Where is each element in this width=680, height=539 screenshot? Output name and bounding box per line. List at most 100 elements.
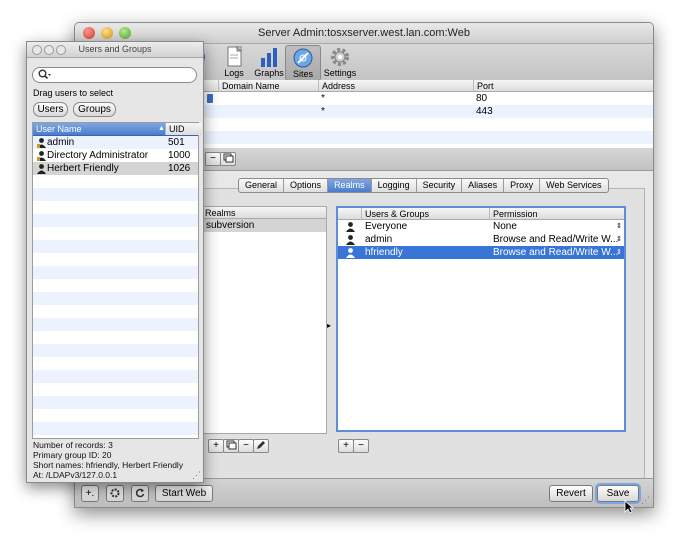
permission-user-name: hfriendly [365, 247, 403, 258]
user-row[interactable]: Directory Administrator 1000 [33, 149, 198, 162]
permission-value[interactable]: None [493, 220, 517, 233]
users-list[interactable]: User Name ▲ UID admin 501 Directory Admi… [32, 122, 202, 439]
tab-general[interactable]: General [239, 179, 285, 192]
permission-row-selected[interactable]: hfriendly Browse and Read/Write W... ⇕ [338, 246, 624, 259]
column-header-user-name[interactable]: User Name [36, 123, 82, 135]
split-handle[interactable]: ▸ [327, 321, 331, 330]
permission-row[interactable]: Everyone None ⇕ [338, 220, 624, 233]
mouse-pointer-icon [624, 500, 635, 517]
groups-button[interactable]: Groups [73, 102, 116, 117]
tab-proxy[interactable]: Proxy [504, 179, 541, 192]
admin-user-icon [37, 151, 46, 161]
site-address: * [321, 93, 325, 104]
permission-user-name: admin [365, 234, 393, 245]
minimize-button[interactable] [44, 45, 54, 55]
site-address: * [321, 106, 325, 117]
revert-button[interactable]: Revert [549, 485, 593, 502]
edit-realm-button[interactable] [253, 439, 269, 453]
close-button[interactable] [83, 27, 95, 39]
gear-icon [110, 488, 120, 498]
user-name: Herbert Friendly [47, 163, 119, 174]
user-icon [37, 164, 46, 174]
search-field[interactable] [32, 67, 197, 83]
user-uid: 1026 [168, 163, 191, 174]
column-header-icon [338, 208, 362, 220]
tab-web-services[interactable]: Web Services [540, 179, 607, 192]
popup-arrows-icon[interactable]: ⇕ [616, 246, 622, 259]
permission-row[interactable]: admin Browse and Read/Write W... ⇕ [338, 233, 624, 246]
search-icon [38, 69, 52, 83]
duplicate-site-button[interactable] [220, 152, 236, 166]
toolbar-settings[interactable]: Settings [320, 45, 360, 79]
site-tabs: General Options Realms Logging Security … [238, 178, 609, 193]
short-names: Short names: hfriendly, Herbert Friendly [33, 460, 184, 470]
tab-realms[interactable]: Realms [328, 179, 372, 192]
toolbar-logs[interactable]: Logs [215, 45, 253, 79]
toolbar-graphs-label: Graphs [254, 68, 284, 78]
users-groups-window: Users and Groups Drag users to select Us… [26, 41, 204, 483]
user-name: admin [47, 137, 75, 148]
enabled-checkbox[interactable] [207, 94, 213, 103]
minimize-button[interactable] [101, 27, 113, 39]
column-header-domain[interactable]: Domain Name [219, 80, 319, 92]
gear-icon [329, 46, 351, 68]
zoom-button[interactable] [119, 27, 131, 39]
remove-realm-button[interactable]: − [238, 439, 254, 453]
realms-list[interactable]: Realms subversion [201, 206, 327, 434]
add-service-button[interactable]: +. [81, 485, 99, 502]
tab-logging[interactable]: Logging [372, 179, 417, 192]
action-button[interactable] [106, 485, 124, 502]
permissions-list[interactable]: Users & Groups Permission Everyone None … [336, 206, 626, 432]
remove-site-button[interactable]: − [205, 152, 221, 166]
resize-grip[interactable]: ⋰ [192, 470, 201, 481]
user-name: Directory Administrator [47, 150, 149, 161]
remove-user-button[interactable]: − [353, 439, 369, 453]
graphs-icon [258, 46, 280, 68]
refresh-icon [135, 488, 145, 498]
toolbar-sites[interactable]: Sites [285, 45, 321, 81]
users-list-header: User Name ▲ UID [33, 123, 202, 136]
refresh-button[interactable] [131, 485, 149, 502]
user-row[interactable]: admin 501 [33, 136, 198, 149]
popup-arrows-icon[interactable]: ⇕ [616, 220, 622, 233]
permission-value[interactable]: Browse and Read/Write W... [493, 246, 618, 259]
user-row-selected[interactable]: Herbert Friendly 1026 [33, 162, 198, 175]
group-icon [346, 222, 355, 232]
column-header-permission[interactable]: Permission [490, 208, 624, 220]
column-header-uid[interactable]: UID [165, 123, 202, 135]
admin-user-icon [37, 138, 46, 148]
realm-item[interactable]: subversion [202, 219, 326, 232]
realms-header[interactable]: Realms [202, 207, 326, 219]
tab-security[interactable]: Security [417, 179, 463, 192]
add-realm-button[interactable]: + [208, 439, 224, 453]
duplicate-realm-button[interactable] [223, 439, 239, 453]
column-header-port[interactable]: Port [474, 80, 653, 92]
tab-aliases[interactable]: Aliases [462, 179, 505, 192]
site-port: 80 [476, 93, 488, 104]
permission-value[interactable]: Browse and Read/Write W... [493, 233, 618, 246]
search-input[interactable] [53, 68, 191, 80]
user-uid: 501 [168, 137, 185, 148]
primary-group-id: Primary group ID: 20 [33, 450, 112, 460]
popup-arrows-icon[interactable]: ⇕ [616, 233, 622, 246]
records-count: Number of records: 3 [33, 440, 113, 450]
add-user-button[interactable]: + [338, 439, 354, 453]
toolbar-graphs[interactable]: Graphs [250, 45, 288, 79]
directory-location: At: /LDAPv3/127.0.0.1 [33, 470, 118, 480]
start-web-button[interactable]: Start Web [155, 485, 213, 502]
sites-icon [292, 47, 314, 69]
logs-icon [223, 45, 245, 68]
users-button[interactable]: Users [33, 102, 68, 117]
toolbar-settings-label: Settings [323, 68, 357, 78]
zoom-button[interactable] [56, 45, 66, 55]
sort-indicator-icon: ▲ [158, 125, 165, 132]
close-button[interactable] [32, 45, 42, 55]
toolbar-logs-label: Logs [224, 68, 244, 78]
resize-grip[interactable]: ⋰ [641, 495, 650, 506]
tab-options[interactable]: Options [284, 179, 329, 192]
column-header-address[interactable]: Address [319, 80, 474, 92]
drag-hint: Drag users to select [33, 88, 114, 98]
duplicate-icon [223, 153, 234, 163]
column-header-users-groups[interactable]: Users & Groups [362, 208, 490, 220]
duplicate-icon [226, 440, 237, 450]
